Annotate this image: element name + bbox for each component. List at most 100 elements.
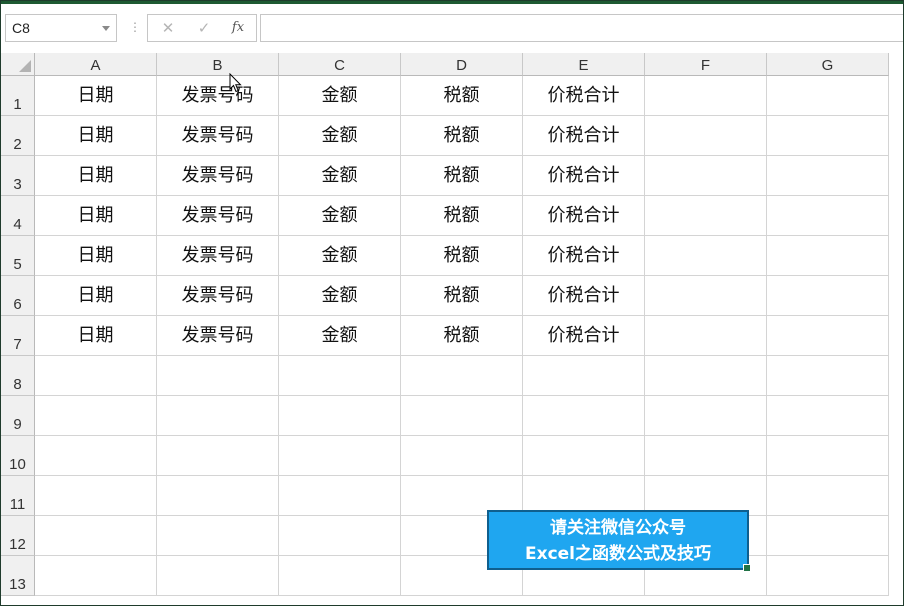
cell-a8[interactable] (35, 356, 157, 396)
cell-c3[interactable]: 金额 (279, 156, 401, 196)
cell-b4[interactable]: 发票号码 (157, 196, 279, 236)
cell-f7[interactable] (645, 316, 767, 356)
column-header-g[interactable]: G (767, 53, 889, 76)
cell-g4[interactable] (767, 196, 889, 236)
drag-handle-icon[interactable]: ⋮ (129, 21, 141, 33)
cell-c8[interactable] (279, 356, 401, 396)
row-header-3[interactable]: 3 (1, 156, 35, 196)
cancel-icon[interactable]: ✕ (154, 15, 182, 41)
enter-icon[interactable]: ✓ (190, 15, 218, 41)
cell-b6[interactable]: 发票号码 (157, 276, 279, 316)
cell-c5[interactable]: 金额 (279, 236, 401, 276)
column-header-b[interactable]: B (157, 53, 279, 76)
row-header-12[interactable]: 12 (1, 516, 35, 556)
row-header-9[interactable]: 9 (1, 396, 35, 436)
column-header-d[interactable]: D (401, 53, 523, 76)
row-header-10[interactable]: 10 (1, 436, 35, 476)
cell-g2[interactable] (767, 116, 889, 156)
row-header-1[interactable]: 1 (1, 76, 35, 116)
cell-b8[interactable] (157, 356, 279, 396)
cell-a10[interactable] (35, 436, 157, 476)
cell-a9[interactable] (35, 396, 157, 436)
cell-b7[interactable]: 发票号码 (157, 316, 279, 356)
cell-d5[interactable]: 税额 (401, 236, 523, 276)
row-header-13[interactable]: 13 (1, 556, 35, 596)
cell-c9[interactable] (279, 396, 401, 436)
cell-g10[interactable] (767, 436, 889, 476)
row-header-2[interactable]: 2 (1, 116, 35, 156)
insert-function-icon[interactable]: fx (224, 15, 252, 41)
cell-g8[interactable] (767, 356, 889, 396)
cell-a5[interactable]: 日期 (35, 236, 157, 276)
cell-b5[interactable]: 发票号码 (157, 236, 279, 276)
cell-f1[interactable] (645, 76, 767, 116)
row-header-8[interactable]: 8 (1, 356, 35, 396)
cell-g1[interactable] (767, 76, 889, 116)
cell-b13[interactable] (157, 556, 279, 596)
row-header-11[interactable]: 11 (1, 476, 35, 516)
cell-e5[interactable]: 价税合计 (523, 236, 645, 276)
cell-a7[interactable]: 日期 (35, 316, 157, 356)
cell-f8[interactable] (645, 356, 767, 396)
cell-a3[interactable]: 日期 (35, 156, 157, 196)
cell-e9[interactable] (523, 396, 645, 436)
cell-g11[interactable] (767, 476, 889, 516)
chevron-down-icon[interactable] (102, 26, 110, 31)
cell-d1[interactable]: 税额 (401, 76, 523, 116)
cell-c10[interactable] (279, 436, 401, 476)
row-header-6[interactable]: 6 (1, 276, 35, 316)
cell-c1[interactable]: 金额 (279, 76, 401, 116)
cell-d7[interactable]: 税额 (401, 316, 523, 356)
column-header-f[interactable]: F (645, 53, 767, 76)
column-header-a[interactable]: A (35, 53, 157, 76)
row-header-7[interactable]: 7 (1, 316, 35, 356)
cell-b9[interactable] (157, 396, 279, 436)
cell-f2[interactable] (645, 116, 767, 156)
cell-g12[interactable] (767, 516, 889, 556)
cell-d9[interactable] (401, 396, 523, 436)
cell-c11[interactable] (279, 476, 401, 516)
cell-c4[interactable]: 金额 (279, 196, 401, 236)
cell-a6[interactable]: 日期 (35, 276, 157, 316)
cell-f9[interactable] (645, 396, 767, 436)
cell-e4[interactable]: 价税合计 (523, 196, 645, 236)
cell-a2[interactable]: 日期 (35, 116, 157, 156)
cell-b12[interactable] (157, 516, 279, 556)
cell-a11[interactable] (35, 476, 157, 516)
cell-e1[interactable]: 价税合计 (523, 76, 645, 116)
cell-f4[interactable] (645, 196, 767, 236)
cell-b2[interactable]: 发票号码 (157, 116, 279, 156)
row-header-4[interactable]: 4 (1, 196, 35, 236)
cell-c12[interactable] (279, 516, 401, 556)
cell-a13[interactable] (35, 556, 157, 596)
cell-e3[interactable]: 价税合计 (523, 156, 645, 196)
cell-g6[interactable] (767, 276, 889, 316)
cell-e6[interactable]: 价税合计 (523, 276, 645, 316)
cell-g7[interactable] (767, 316, 889, 356)
cell-b3[interactable]: 发票号码 (157, 156, 279, 196)
cell-d10[interactable] (401, 436, 523, 476)
cell-d3[interactable]: 税额 (401, 156, 523, 196)
cell-a12[interactable] (35, 516, 157, 556)
cell-a1[interactable]: 日期 (35, 76, 157, 116)
cell-c13[interactable] (279, 556, 401, 596)
cell-c7[interactable]: 金额 (279, 316, 401, 356)
cell-e8[interactable] (523, 356, 645, 396)
cell-g9[interactable] (767, 396, 889, 436)
cell-f5[interactable] (645, 236, 767, 276)
cell-g3[interactable] (767, 156, 889, 196)
cell-d4[interactable]: 税额 (401, 196, 523, 236)
row-header-5[interactable]: 5 (1, 236, 35, 276)
cell-b1[interactable]: 发票号码 (157, 76, 279, 116)
cell-a4[interactable]: 日期 (35, 196, 157, 236)
name-box[interactable]: C8 (5, 14, 117, 42)
cell-d8[interactable] (401, 356, 523, 396)
cell-f6[interactable] (645, 276, 767, 316)
cell-g13[interactable] (767, 556, 889, 596)
resize-handle[interactable] (743, 564, 751, 572)
cell-c6[interactable]: 金额 (279, 276, 401, 316)
cell-f3[interactable] (645, 156, 767, 196)
cell-g5[interactable] (767, 236, 889, 276)
column-header-c[interactable]: C (279, 53, 401, 76)
cell-b11[interactable] (157, 476, 279, 516)
